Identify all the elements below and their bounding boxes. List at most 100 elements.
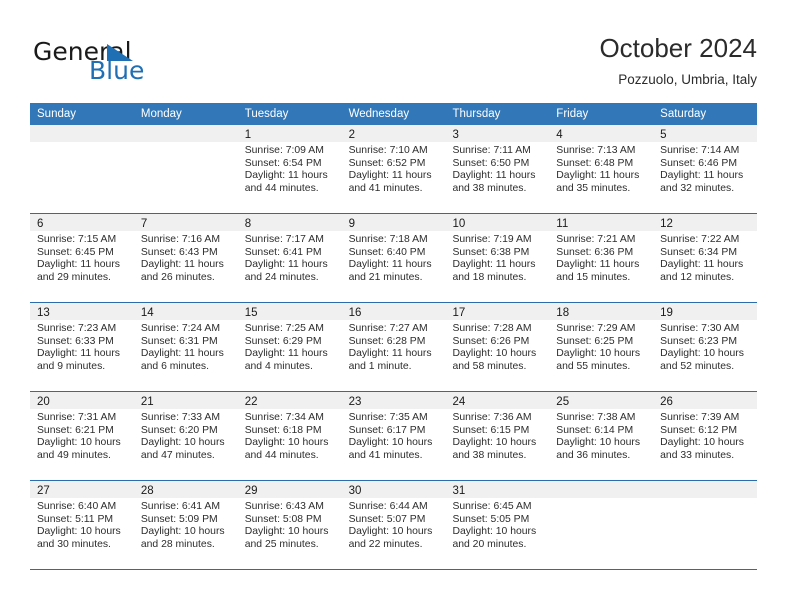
day-detail-line: Sunrise: 6:41 AM xyxy=(140,501,220,512)
calendar-day-cell[interactable]: 22 Sunrise: 7:34 AM Sunset: 6:18 PM Dayligh… xyxy=(237,392,342,480)
day-number-band: 22 xyxy=(237,392,342,409)
day-detail-line: Daylight: 10 hours xyxy=(452,348,537,360)
calendar-day-cell[interactable]: 20 Sunrise: 7:31 AM Sunset: 6:21 PM Dayligh… xyxy=(30,392,134,480)
day-number-band: 11 xyxy=(549,214,654,231)
day-number: 19 xyxy=(660,307,673,319)
day-number: 21 xyxy=(140,396,154,408)
day-sun-details: Sunrise: 7:11 AM Sunset: 6:50 PM Daylight:… xyxy=(445,142,549,195)
day-number-band: 30 xyxy=(341,481,446,498)
calendar-day-cell[interactable]: 27 Sunrise: 6:40 AM Sunset: 5:11 PM Dayligh… xyxy=(30,481,134,569)
day-detail-line: Sunrise: 7:22 AM xyxy=(660,234,740,245)
calendar-day-cell[interactable]: 12 Sunrise: 7:22 AM Sunset: 6:34 PM Dayligh… xyxy=(653,214,758,302)
day-sun-details: Sunrise: 7:34 AM Sunset: 6:18 PM Daylight:… xyxy=(238,409,342,462)
calendar-day-cell[interactable]: 18 Sunrise: 7:29 AM Sunset: 6:25 PM Dayligh… xyxy=(549,303,654,391)
day-detail-line: Sunrise: 7:16 AM xyxy=(140,234,220,245)
day-sun-details: Sunrise: 7:19 AM Sunset: 6:38 PM Daylight:… xyxy=(445,231,549,284)
calendar-day-cell[interactable]: 4 Sunrise: 7:13 AM Sunset: 6:48 PM Daylight… xyxy=(549,125,654,213)
calendar-day-cell[interactable]: 8 Sunrise: 7:17 AM Sunset: 6:41 PM Daylight… xyxy=(237,214,342,302)
day-number-band: 5 xyxy=(653,125,758,142)
day-number-band: 12 xyxy=(653,214,758,231)
day-detail-line: and 25 minutes. xyxy=(244,538,319,550)
day-number-band: 21 xyxy=(133,392,238,409)
day-detail-line: Sunset: 6:25 PM xyxy=(556,335,634,347)
calendar-day-cell[interactable]: 7 Sunrise: 7:16 AM Sunset: 6:43 PM Daylight… xyxy=(133,214,238,302)
day-detail-line: Sunset: 5:09 PM xyxy=(140,513,218,525)
day-detail-line: Daylight: 10 hours xyxy=(660,437,744,449)
calendar-day-cell[interactable]: 1 Sunrise: 7:09 AM Sunset: 6:54 PM Daylight… xyxy=(237,125,342,213)
day-detail-line: Sunrise: 6:45 AM xyxy=(452,501,532,512)
day-number: 11 xyxy=(556,218,569,230)
day-number-band xyxy=(549,481,654,498)
calendar-day-cell[interactable]: 24 Sunrise: 7:36 AM Sunset: 6:15 PM Dayligh… xyxy=(445,392,550,480)
calendar-day-cell[interactable]: 6 Sunrise: 7:15 AM Sunset: 6:45 PM Daylight… xyxy=(30,214,134,302)
day-detail-line: Daylight: 11 hours xyxy=(660,259,744,271)
day-detail-line: and 9 minutes. xyxy=(37,360,106,372)
calendar-day-cell[interactable]: 19 Sunrise: 7:30 AM Sunset: 6:23 PM Dayligh… xyxy=(653,303,758,391)
calendar-day-cell[interactable]: 3 Sunrise: 7:11 AM Sunset: 6:50 PM Daylight… xyxy=(445,125,550,213)
day-detail-line: and 47 minutes. xyxy=(140,449,215,461)
day-number: 28 xyxy=(140,485,154,497)
calendar-day-cell[interactable]: 9 Sunrise: 7:18 AM Sunset: 6:40 PM Daylight… xyxy=(341,214,446,302)
weekday-header-friday: Friday xyxy=(556,108,589,120)
calendar-day-cell[interactable]: 26 Sunrise: 7:39 AM Sunset: 6:12 PM Dayligh… xyxy=(653,392,758,480)
calendar-day-cell[interactable]: 23 Sunrise: 7:35 AM Sunset: 6:17 PM Dayligh… xyxy=(341,392,446,480)
calendar-day-cell[interactable]: 11 Sunrise: 7:21 AM Sunset: 6:36 PM Dayligh… xyxy=(549,214,654,302)
calendar-day-cell[interactable]: 29 Sunrise: 6:43 AM Sunset: 5:08 PM Dayligh… xyxy=(237,481,342,569)
day-detail-line: and 6 minutes. xyxy=(140,360,210,372)
day-detail-line: Sunrise: 7:35 AM xyxy=(348,412,428,423)
day-number: 20 xyxy=(37,396,50,408)
calendar-day-cell[interactable]: 31 Sunrise: 6:45 AM Sunset: 5:05 PM Dayligh… xyxy=(445,481,550,569)
day-detail-line: and 12 minutes. xyxy=(660,271,735,283)
general-blue-logo: General Blue xyxy=(33,38,263,90)
day-detail-line: and 20 minutes. xyxy=(452,538,527,550)
day-detail-line: Sunset: 6:14 PM xyxy=(556,424,634,436)
calendar-day-cell[interactable]: 21 Sunrise: 7:33 AM Sunset: 6:20 PM Dayligh… xyxy=(133,392,238,480)
day-number: 12 xyxy=(660,218,673,230)
day-number-band: 7 xyxy=(133,214,238,231)
calendar-day-cell[interactable]: 16 Sunrise: 7:27 AM Sunset: 6:28 PM Dayligh… xyxy=(341,303,446,391)
calendar-day-cell[interactable]: 30 Sunrise: 6:44 AM Sunset: 5:07 PM Dayligh… xyxy=(341,481,446,569)
day-detail-line: Daylight: 10 hours xyxy=(244,526,329,538)
day-detail-line: Sunset: 6:21 PM xyxy=(37,424,114,436)
day-sun-details: Sunrise: 7:38 AM Sunset: 6:14 PM Daylight:… xyxy=(549,409,653,462)
calendar-day-cell[interactable]: 10 Sunrise: 7:19 AM Sunset: 6:38 PM Dayligh… xyxy=(445,214,550,302)
day-number: 22 xyxy=(244,396,258,408)
day-sun-details: Sunrise: 7:27 AM Sunset: 6:28 PM Daylight:… xyxy=(342,320,446,373)
calendar-day-cell[interactable]: 28 Sunrise: 6:41 AM Sunset: 5:09 PM Dayligh… xyxy=(133,481,238,569)
day-detail-line: Daylight: 11 hours xyxy=(348,348,432,360)
day-detail-line: Sunrise: 7:19 AM xyxy=(452,234,532,245)
calendar-day-cell[interactable]: 17 Sunrise: 7:28 AM Sunset: 6:26 PM Dayligh… xyxy=(445,303,550,391)
calendar-day-cell[interactable]: 2 Sunrise: 7:10 AM Sunset: 6:52 PM Daylight… xyxy=(341,125,446,213)
day-number: 1 xyxy=(244,129,252,141)
day-detail-line: Sunrise: 7:27 AM xyxy=(348,323,428,334)
day-number-band: 27 xyxy=(30,481,134,498)
day-sun-details: Sunrise: 7:14 AM Sunset: 6:46 PM Daylight:… xyxy=(653,142,757,195)
day-detail-line: Sunset: 6:31 PM xyxy=(140,335,218,347)
calendar-day-cell[interactable]: 13 Sunrise: 7:23 AM Sunset: 6:33 PM Dayligh… xyxy=(30,303,134,391)
calendar-day-cell[interactable]: 25 Sunrise: 7:38 AM Sunset: 6:14 PM Dayligh… xyxy=(549,392,654,480)
day-detail-line: Daylight: 11 hours xyxy=(244,170,328,182)
day-detail-line: Sunset: 6:52 PM xyxy=(348,157,426,169)
day-detail-line: Sunrise: 6:44 AM xyxy=(348,501,428,512)
day-number-band xyxy=(133,125,238,142)
calendar-grid: Sunday Monday Tuesday Wednesday Thursday Frid… xyxy=(30,103,758,570)
day-detail-line: Sunrise: 7:33 AM xyxy=(140,412,220,423)
day-detail-line: Sunrise: 7:36 AM xyxy=(452,412,532,423)
day-number-band xyxy=(30,125,134,142)
day-detail-line: Daylight: 10 hours xyxy=(556,348,641,360)
day-number-band: 18 xyxy=(549,303,654,320)
day-detail-line: Sunset: 6:48 PM xyxy=(556,157,634,169)
day-detail-line: and 15 minutes. xyxy=(556,271,631,283)
day-detail-line: Sunset: 6:46 PM xyxy=(660,157,737,169)
day-sun-details: Sunrise: 7:23 AM Sunset: 6:33 PM Daylight:… xyxy=(30,320,134,373)
day-detail-line: and 28 minutes. xyxy=(140,538,215,550)
day-detail-line: Daylight: 10 hours xyxy=(140,526,225,538)
calendar-day-cell-empty xyxy=(30,125,134,213)
page-header: General Blue October 2024 Pozzuolo, Umbr… xyxy=(0,0,792,100)
calendar-day-cell[interactable]: 15 Sunrise: 7:25 AM Sunset: 6:29 PM Dayligh… xyxy=(237,303,342,391)
calendar-day-cell[interactable]: 5 Sunrise: 7:14 AM Sunset: 6:46 PM Daylight… xyxy=(653,125,758,213)
calendar-page: General Blue October 2024 Pozzuolo, Umbr… xyxy=(0,0,792,612)
day-sun-details: Sunrise: 7:31 AM Sunset: 6:21 PM Daylight:… xyxy=(30,409,134,462)
day-sun-details: Sunrise: 6:43 AM Sunset: 5:08 PM Daylight:… xyxy=(238,498,342,551)
calendar-day-cell[interactable]: 14 Sunrise: 7:24 AM Sunset: 6:31 PM Dayligh… xyxy=(133,303,238,391)
